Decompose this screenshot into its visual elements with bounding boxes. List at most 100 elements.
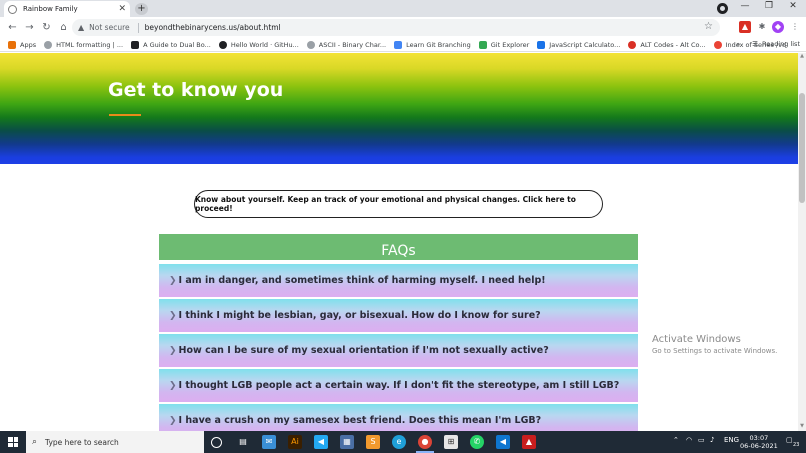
faq-question: I thought LGB people act a certain way. … xyxy=(178,380,620,391)
page-title: Get to know you xyxy=(108,79,284,101)
scroll-thumb[interactable] xyxy=(799,93,805,203)
git-branch-icon xyxy=(394,40,403,49)
page-viewport: Get to know you Know about yourself. Kee… xyxy=(0,53,798,431)
store-icon[interactable]: ⊞ xyxy=(444,435,458,449)
chevron-right-icon: ❯ xyxy=(169,380,177,391)
watermark-subtitle: Go to Settings to activate Windows. xyxy=(652,347,778,355)
sublime-icon[interactable]: S xyxy=(366,435,380,449)
page-scrollbar[interactable]: ▲ ▼ xyxy=(798,53,806,431)
notifications-icon[interactable]: ▢ xyxy=(786,436,793,444)
back-icon[interactable]: ← xyxy=(4,22,21,33)
git-icon xyxy=(478,40,487,49)
faq-question: I have a crush on my samesex best friend… xyxy=(178,415,542,426)
tab-strip: Rainbow Family ✕ + — ❐ ✕ xyxy=(0,0,806,17)
faq-item[interactable]: ❯ I am in danger, and sometimes think of… xyxy=(159,264,638,297)
activate-windows-watermark: Activate Windows Go to Settings to activ… xyxy=(652,334,777,355)
faq-question: How can I be sure of my sexual orientati… xyxy=(178,345,549,356)
site-icon xyxy=(537,40,546,49)
proceed-button[interactable]: Know about yourself. Keep an track of yo… xyxy=(194,190,603,218)
close-window-icon[interactable]: ✕ xyxy=(780,1,806,11)
chevron-right-icon: ❯ xyxy=(169,310,177,321)
faq-heading: FAQs xyxy=(381,243,416,259)
bookmark-item[interactable]: Learn Git Branching xyxy=(394,40,471,49)
site-icon xyxy=(713,40,722,49)
taskbar-search-box[interactable]: ⌕ Type here to search xyxy=(26,431,204,453)
reload-icon[interactable]: ↻ xyxy=(38,22,55,33)
globe-icon xyxy=(306,40,315,49)
whatsapp-icon[interactable]: ✆ xyxy=(470,435,484,449)
apps-grid-icon xyxy=(8,40,16,49)
search-placeholder: Type here to search xyxy=(45,437,119,447)
cortana-icon[interactable] xyxy=(211,437,222,448)
bookmark-item[interactable]: Git Explorer xyxy=(478,40,529,49)
address-bar[interactable]: ▲ Not secure beyondthebinarycens.us/abou… xyxy=(72,19,720,36)
chevron-right-icon: ❯ xyxy=(169,275,177,286)
bookmark-item[interactable]: HTML formatting | ... xyxy=(44,40,123,49)
globe-icon xyxy=(8,4,17,14)
alt-codes-icon xyxy=(628,40,637,49)
show-hidden-icons-chevron-icon[interactable]: ⌃ xyxy=(673,436,679,444)
chevron-right-icon: ❯ xyxy=(169,345,177,356)
vscode-icon[interactable]: ◀ xyxy=(314,435,328,449)
faq-question: I think I might be lesbian, gay, or bise… xyxy=(178,310,541,321)
browser-tab[interactable]: Rainbow Family ✕ xyxy=(4,1,130,17)
more-bookmarks-chevron[interactable]: » xyxy=(736,40,740,48)
bookmark-item[interactable]: A Guide to Dual Bo... xyxy=(131,40,211,49)
start-button[interactable] xyxy=(0,431,26,453)
clock-date: 06-06-2021 xyxy=(740,442,778,450)
bookmark-item[interactable]: ALT Codes - Alt Co... xyxy=(628,40,706,49)
edge-icon[interactable]: e xyxy=(392,435,406,449)
chevron-right-icon: ❯ xyxy=(169,415,177,426)
system-clock[interactable]: 03:07 06-06-2021 xyxy=(740,434,778,450)
watermark-title: Activate Windows xyxy=(652,334,741,345)
chrome-icon[interactable]: ● xyxy=(418,435,432,449)
site-icon xyxy=(131,40,140,49)
security-label[interactable]: Not secure xyxy=(89,23,129,32)
bookmark-star-icon[interactable]: ☆ xyxy=(704,21,713,32)
media-control-icon[interactable] xyxy=(717,3,728,14)
maximize-window-icon[interactable]: ❐ xyxy=(756,1,782,11)
windows-logo-icon xyxy=(8,437,18,447)
faq-item[interactable]: ❯ I think I might be lesbian, gay, or bi… xyxy=(159,299,638,332)
notification-count-badge: 23 xyxy=(793,442,800,448)
vscode-icon[interactable]: ◀ xyxy=(496,435,510,449)
bookmark-item[interactable]: JavaScript Calculato... xyxy=(537,40,620,49)
illustrator-icon[interactable]: Ai xyxy=(288,435,302,449)
bookmark-item[interactable]: Hello World · GitHu... xyxy=(218,40,299,49)
task-view-icon[interactable]: ▤ xyxy=(236,435,250,449)
close-tab-icon[interactable]: ✕ xyxy=(118,4,126,14)
browser-toolbar: ← → ↻ ⌂ ▲ Not secure beyondthebinarycens… xyxy=(0,17,806,38)
faq-item[interactable]: ❯ How can I be sure of my sexual orienta… xyxy=(159,334,638,367)
reading-list-icon[interactable]: ☰ xyxy=(752,40,758,48)
forward-icon[interactable]: → xyxy=(21,22,38,33)
home-icon[interactable]: ⌂ xyxy=(55,22,72,33)
bookmark-apps[interactable]: Apps xyxy=(8,40,36,49)
battery-icon[interactable]: ▭ xyxy=(698,436,705,444)
profile-avatar[interactable]: ◆ xyxy=(772,21,784,33)
faq-question: I am in danger, and sometimes think of h… xyxy=(178,275,546,286)
warning-icon[interactable]: ▲ xyxy=(78,23,84,32)
bookmarks-right: » ☰ Reading list xyxy=(736,40,800,48)
menu-dots-icon[interactable]: ⋮ xyxy=(789,21,801,33)
omnibox-divider xyxy=(137,22,139,33)
scroll-up-arrow-icon[interactable]: ▲ xyxy=(798,53,806,61)
extensions-puzzle-icon[interactable]: ✱ xyxy=(756,21,768,33)
minimize-window-icon[interactable]: — xyxy=(732,1,758,11)
faq-item[interactable]: ❯ I thought LGB people act a certain way… xyxy=(159,369,638,402)
volume-icon[interactable]: ♪ xyxy=(710,436,714,444)
globe-icon xyxy=(44,40,53,49)
faq-item[interactable]: ❯ I have a crush on my samesex best frie… xyxy=(159,404,638,431)
language-indicator[interactable]: ENG xyxy=(724,436,739,444)
network-icon[interactable]: ◠ xyxy=(686,436,692,444)
acrobat-icon[interactable]: ▲ xyxy=(522,435,536,449)
github-icon xyxy=(218,40,227,49)
url-text[interactable]: beyondthebinarycens.us/about.html xyxy=(145,23,281,32)
reading-list-label[interactable]: Reading list xyxy=(762,40,800,48)
scroll-down-arrow-icon[interactable]: ▼ xyxy=(798,423,806,431)
new-tab-button[interactable]: + xyxy=(135,3,148,15)
pdf-extension-icon[interactable]: ▲ xyxy=(739,21,751,33)
photos-icon[interactable]: ▦ xyxy=(340,435,354,449)
tab-title: Rainbow Family xyxy=(23,5,78,13)
bookmark-item[interactable]: ASCII - Binary Char... xyxy=(306,40,386,49)
mail-icon[interactable]: ✉ xyxy=(262,435,276,449)
